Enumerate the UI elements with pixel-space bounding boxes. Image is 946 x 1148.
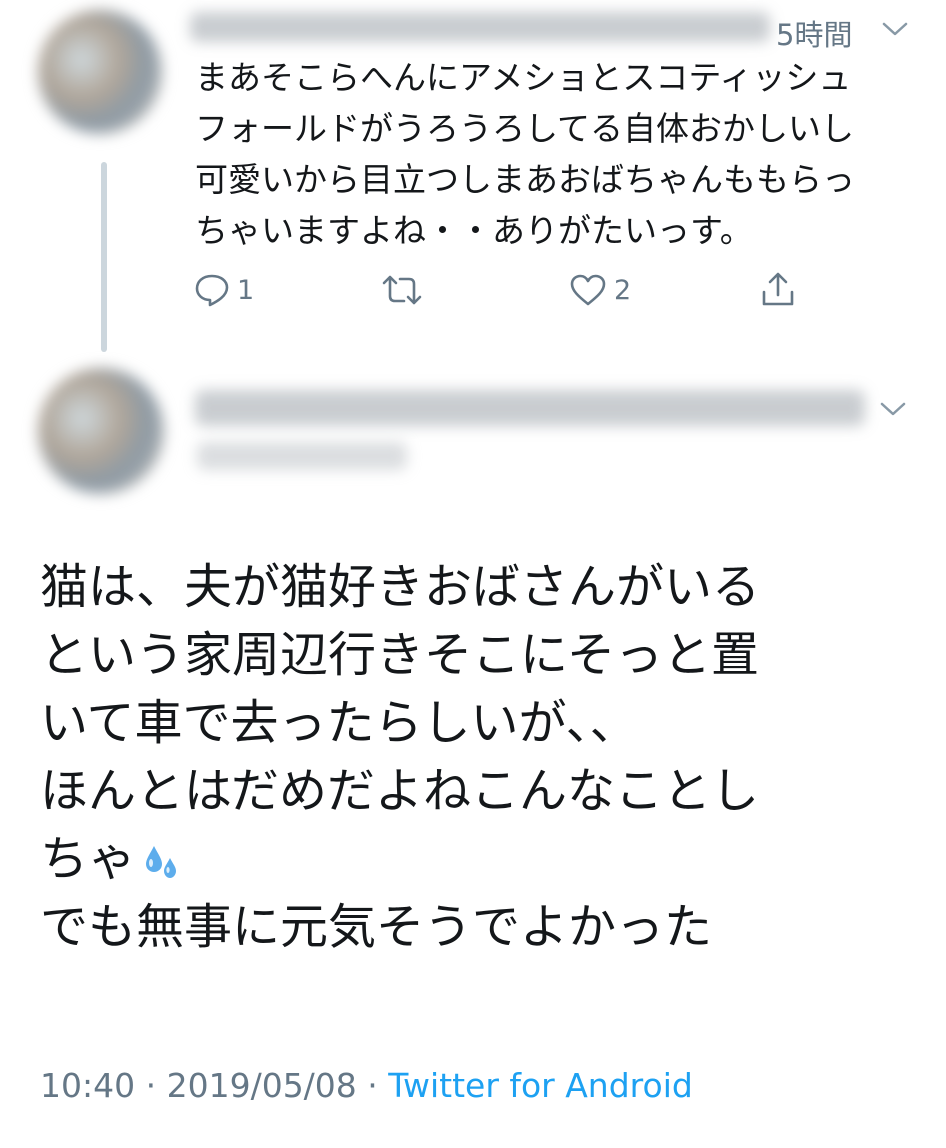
like-count: 2 [614,274,632,306]
tweet-date: 2019/05/08 [166,1066,357,1105]
reply-text-line: まあそこらへんにアメショとスコティッシュ [195,58,852,97]
reply-tweet-text: まあそこらへんにアメショとスコティッシュ フォールドがうろうろしてる自体おかしい… [195,52,925,256]
tweet-time: 10:40 [40,1066,136,1105]
main-avatar[interactable] [38,368,164,494]
reply-count: 1 [237,274,255,306]
retweet-icon [382,275,422,305]
main-author-name-blurred[interactable] [195,390,865,426]
sweat-droplets-emoji [146,846,177,878]
heart-icon [570,274,606,306]
reply-author-name-blurred[interactable] [190,12,770,42]
reply-timestamp: 5時間 [776,18,853,52]
main-text-line: という家周辺行きそこにそっと置 [40,627,760,683]
retweet-button[interactable] [380,272,424,308]
meta-separator: · [356,1066,389,1105]
comment-icon [195,274,229,307]
chevron-down-icon[interactable] [876,398,910,420]
tweet-source-link[interactable]: Twitter for Android [388,1066,693,1105]
reply-text-line: 可愛いから目立つしまあおばちゃんももらっ [195,160,855,199]
share-button[interactable] [758,270,798,310]
main-author-handle-blurred[interactable] [197,442,407,470]
reply-avatar[interactable] [38,10,162,134]
tweet-meta: 10:40 · 2019/05/08 · Twitter for Android [40,1066,693,1105]
main-text-line: ほんとはだめだよねこんなことし [40,763,760,819]
chevron-down-icon[interactable] [878,18,912,40]
thread-connector-line [101,162,107,352]
main-text-line: いて車で去ったらしいが、、 [40,695,638,751]
share-icon [762,272,794,306]
like-button[interactable]: 2 [568,272,631,308]
main-text-line: ちゃ [40,831,137,887]
main-text-line: でも無事に元気そうでよかった [40,899,713,955]
main-tweet-text: 猫は、夫が猫好きおばさんがいる という家周辺行きそこにそっと置 いて車で去ったら… [40,553,760,961]
reply-text-line: フォールドがうろうろしてる自体おかしいし [195,109,855,148]
main-text-line: 猫は、夫が猫好きおばさんがいる [40,559,761,615]
main-text-line-with-emoji: ちゃ [40,825,760,893]
reply-button[interactable]: 1 [193,272,254,308]
meta-separator: · [135,1066,167,1105]
reply-text-line: ちゃいますよね・・ありがたいっす。 [195,211,753,250]
